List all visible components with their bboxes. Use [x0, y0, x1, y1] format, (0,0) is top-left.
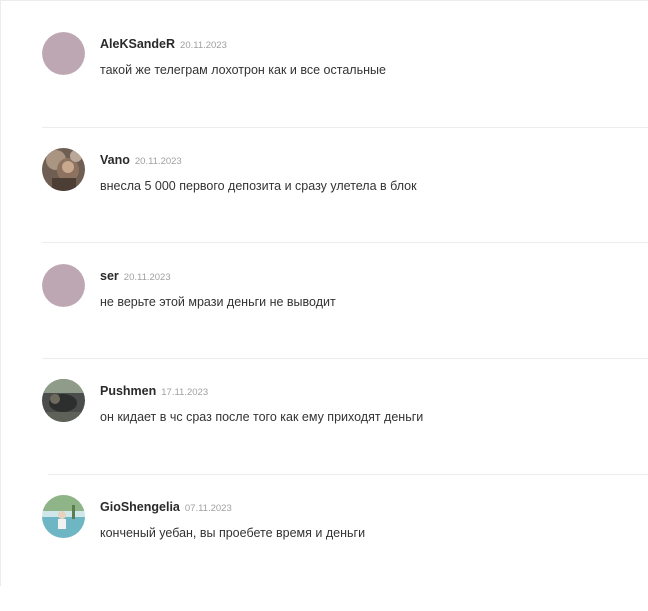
- user-photo-avatar[interactable]: [42, 379, 85, 422]
- comment-item: GioShengelia 07.11.2023 конченый уебан, в…: [0, 495, 648, 611]
- comment-item: AleKSandeR 20.11.2023 такой же телеграм л…: [0, 32, 648, 148]
- default-avatar-icon[interactable]: [42, 32, 85, 75]
- user-photo-avatar[interactable]: [42, 495, 85, 538]
- comment-date: 20.11.2023: [123, 272, 171, 283]
- comment-text: конченый уебан, вы проебете время и день…: [100, 526, 366, 540]
- comment-meta: Vano 20.11.2023: [100, 151, 182, 169]
- comment-meta: ser 20.11.2023: [100, 267, 171, 285]
- comment-divider: [42, 242, 648, 243]
- comment-author[interactable]: GioShengelia: [100, 500, 180, 514]
- comment-meta: AleKSandeR 20.11.2023: [100, 35, 227, 53]
- default-avatar-icon[interactable]: [42, 264, 85, 307]
- comment-meta: GioShengelia 07.11.2023: [100, 498, 232, 516]
- comment-meta: Pushmen 17.11.2023: [100, 382, 208, 400]
- user-photo-avatar[interactable]: [42, 148, 85, 191]
- comment-divider: [48, 474, 648, 475]
- comment-text: такой же телеграм лохотрон как и все ост…: [100, 63, 386, 77]
- comment-divider: [42, 358, 648, 359]
- comment-text: он кидает в чс сраз после того как ему п…: [100, 410, 424, 424]
- comment-date: 20.11.2023: [134, 156, 182, 167]
- comment-author[interactable]: ser: [100, 269, 119, 283]
- comment-divider: [42, 127, 648, 128]
- comment-text: внесла 5 000 первого депозита и сразу ул…: [100, 179, 417, 193]
- comment-author[interactable]: AleKSandeR: [100, 37, 175, 51]
- comment-date: 20.11.2023: [180, 40, 227, 51]
- comment-date: 17.11.2023: [161, 387, 209, 398]
- comment-text: не верьте этой мрази деньги не выводит: [100, 295, 336, 309]
- comment-item: ser 20.11.2023 не верьте этой мрази деньг…: [0, 264, 648, 380]
- comment-item: Pushmen 17.11.2023 он кидает в чс сраз по…: [0, 379, 648, 495]
- comment-item: Vano 20.11.2023 внесла 5 000 первого депо…: [0, 148, 648, 264]
- comment-author[interactable]: Vano: [100, 153, 130, 167]
- comment-author[interactable]: Pushmen: [100, 384, 156, 398]
- comment-date: 07.11.2023: [184, 503, 232, 514]
